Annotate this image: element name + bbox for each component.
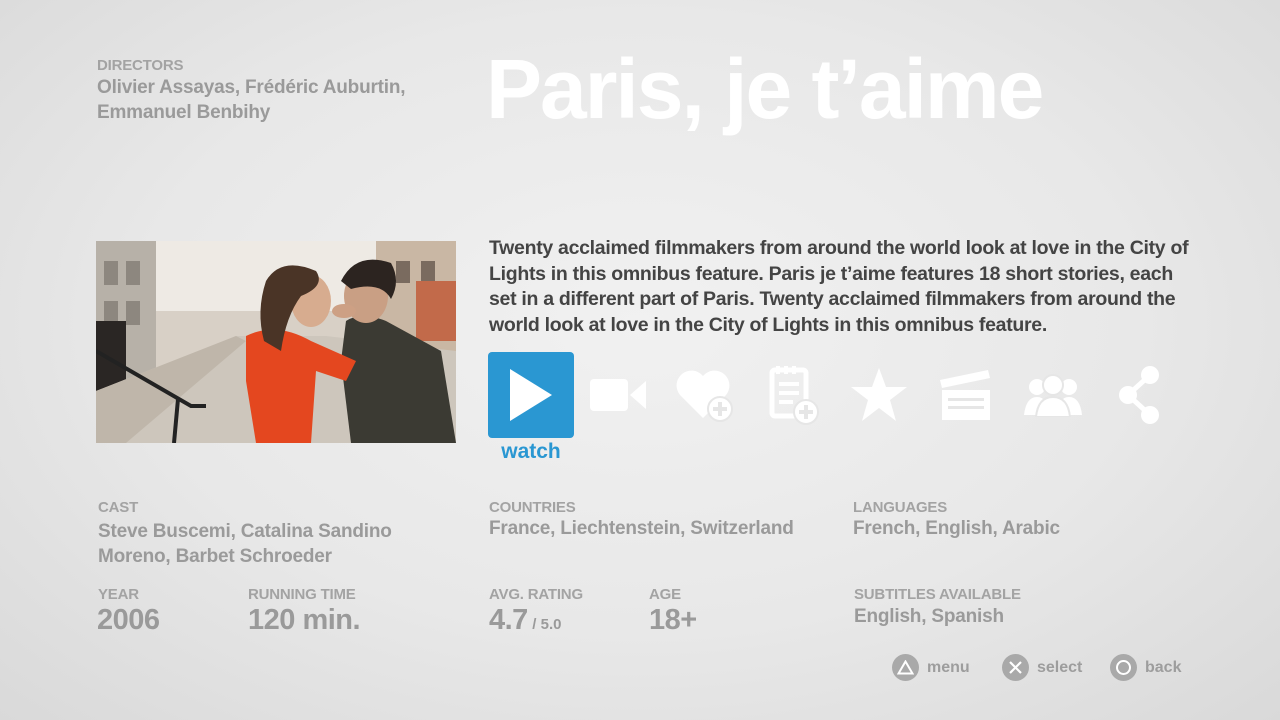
cross-button-icon xyxy=(1002,654,1029,681)
rating-value: 4.7 / 5.0 xyxy=(489,604,561,637)
triangle-button-icon xyxy=(892,654,919,681)
directors-value: Olivier Assayas, Frédéric Auburtin, Emma… xyxy=(97,75,406,125)
countries-label: COUNTRIES xyxy=(489,499,576,516)
age-value: 18+ xyxy=(649,604,697,636)
select-hint[interactable]: select xyxy=(1002,654,1082,681)
scenes-button[interactable] xyxy=(923,352,1009,438)
cast-line-2: Moreno, Barbet Schroeder xyxy=(98,546,332,567)
back-hint[interactable]: back xyxy=(1110,654,1181,681)
cast-line-1: Steve Buscemi, Catalina Sandino xyxy=(98,521,392,542)
languages-label: LANGUAGES xyxy=(853,499,948,516)
rating-max: / 5.0 xyxy=(532,616,562,633)
menu-hint-label: menu xyxy=(927,658,970,676)
share-button[interactable] xyxy=(1097,352,1183,438)
year-label: YEAR xyxy=(98,586,139,603)
add-favorite-button[interactable] xyxy=(662,352,748,438)
subtitles-label: SUBTITLES AVAILABLE xyxy=(854,586,1021,603)
directors-line-1: Olivier Assayas, Frédéric Auburtin, xyxy=(97,77,406,98)
notes-add-icon xyxy=(769,366,819,425)
watch-button[interactable] xyxy=(488,352,574,438)
rate-button[interactable] xyxy=(836,352,922,438)
menu-hint[interactable]: menu xyxy=(892,654,970,681)
clapperboard-icon xyxy=(940,370,990,420)
movie-description: Twenty acclaimed filmmakers from around … xyxy=(489,237,1189,336)
countries-value: France, Liechtenstein, Switzerland xyxy=(489,518,794,539)
star-icon xyxy=(851,368,907,421)
poster-image xyxy=(96,241,456,443)
age-label: AGE xyxy=(649,586,681,603)
movie-poster xyxy=(96,241,456,443)
play-icon xyxy=(510,369,552,421)
running-time-label: RUNNING TIME xyxy=(248,586,356,603)
trailer-button[interactable] xyxy=(575,352,661,438)
rating-score: 4.7 xyxy=(489,604,528,636)
rating-label: AVG. RATING xyxy=(489,586,583,603)
page-title: Paris, je t’aime xyxy=(486,42,1044,136)
back-hint-label: back xyxy=(1145,658,1182,676)
heart-add-icon xyxy=(676,370,733,422)
year-value: 2006 xyxy=(97,604,160,636)
cast-value: Steve Buscemi, Catalina Sandino Moreno, … xyxy=(98,519,392,569)
video-camera-icon xyxy=(590,379,646,411)
directors-line-2: Emmanuel Benbihy xyxy=(97,102,271,123)
share-icon xyxy=(1119,366,1159,424)
subtitles-value: English, Spanish xyxy=(854,606,1004,627)
cast-label: CAST xyxy=(98,499,139,516)
running-time-value: 120 min. xyxy=(248,604,361,636)
watch-label: watch xyxy=(501,440,561,463)
select-hint-label: select xyxy=(1037,658,1083,676)
cast-button[interactable] xyxy=(1010,352,1096,438)
circle-button-icon xyxy=(1110,654,1137,681)
languages-value: French, English, Arabic xyxy=(853,518,1060,539)
add-to-list-button[interactable] xyxy=(749,352,835,438)
people-icon xyxy=(1024,374,1082,417)
directors-label: DIRECTORS xyxy=(97,57,184,74)
